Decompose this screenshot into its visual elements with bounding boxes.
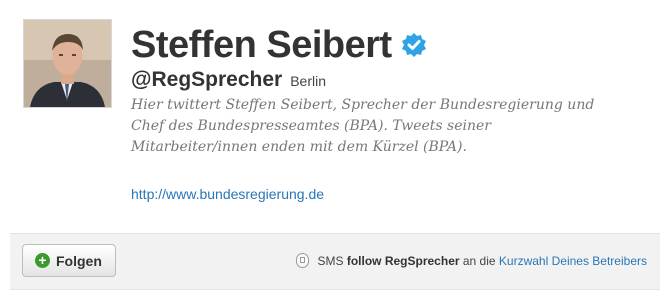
- avatar[interactable]: [23, 19, 112, 108]
- profile-handle: @RegSprecher: [131, 68, 283, 91]
- sms-follow-info: SMS follow RegSprecher an die Kurzwahl D…: [296, 253, 647, 268]
- name-row: Steffen Seibert: [131, 22, 427, 68]
- follow-button[interactable]: + Folgen: [22, 244, 116, 277]
- handle-row: @RegSprecher Berlin: [131, 68, 326, 92]
- sms-prefix: SMS: [317, 253, 344, 268]
- verified-badge-icon: [401, 32, 427, 63]
- profile-header: Steffen Seibert @RegSprecher Berlin Hier…: [0, 0, 667, 232]
- profile-bio: Hier twittert Steffen Seibert, Sprecher …: [131, 97, 595, 155]
- profile-location: Berlin: [290, 73, 326, 89]
- plus-icon: +: [35, 253, 50, 268]
- sms-middle-text: an die: [462, 253, 496, 268]
- kurzwahl-link[interactable]: Kurzwahl Deines Betreibers: [499, 254, 647, 268]
- sms-command: follow RegSprecher: [346, 253, 460, 268]
- phone-icon: [296, 253, 310, 268]
- profile-url-link[interactable]: http://www.bundesregierung.de: [131, 186, 324, 202]
- follow-button-label: Folgen: [56, 252, 102, 269]
- follow-action-bar: + Folgen SMS follow RegSprecher an die K…: [10, 233, 660, 290]
- profile-name: Steffen Seibert: [131, 24, 392, 66]
